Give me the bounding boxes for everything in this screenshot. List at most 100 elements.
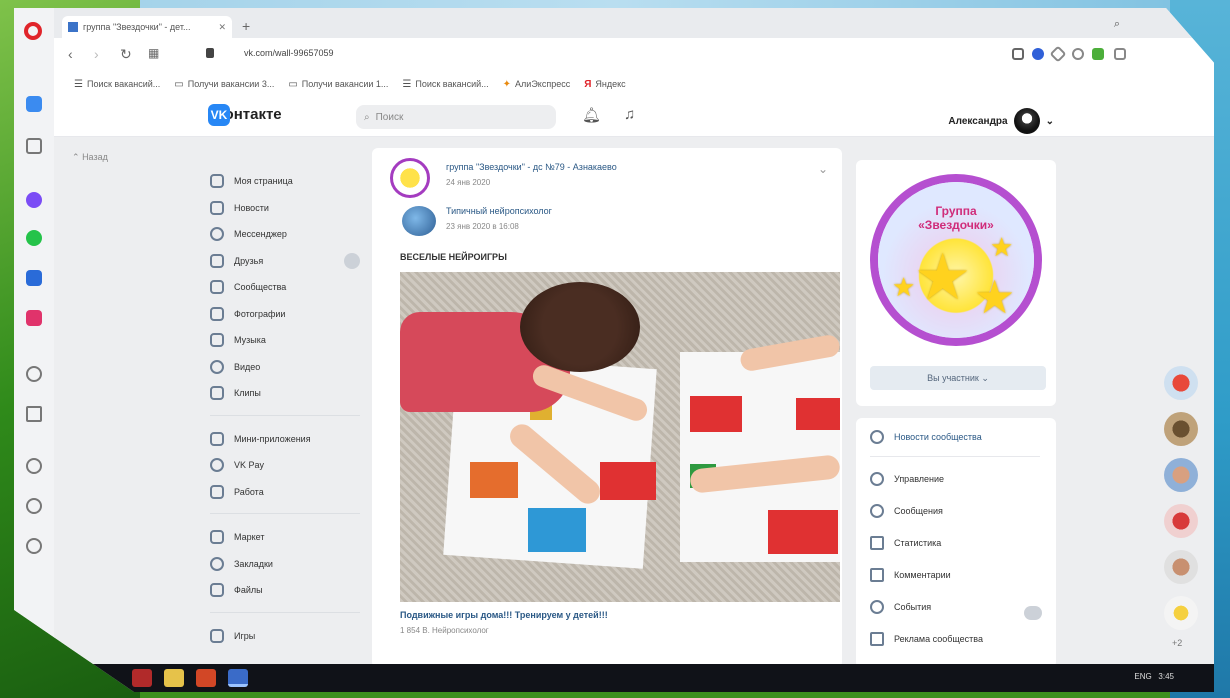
menu-item-files[interactable]: Файлы	[210, 577, 360, 604]
messenger-icon[interactable]	[26, 192, 42, 208]
tab-vk[interactable]: группа "Звездочки" - дет... ✕	[62, 16, 232, 38]
history-icon[interactable]	[26, 498, 42, 514]
music-note-icon[interactable]: ♫	[624, 106, 635, 123]
attachment-source: 1 854 В. Нейропсихолог	[400, 626, 489, 635]
tabs-grid-icon[interactable]: ▦	[148, 46, 159, 60]
chat-icon	[210, 227, 224, 242]
bookmark-item[interactable]: ✦ АлиЭкспресс	[503, 79, 571, 90]
reload-icon[interactable]: ↻	[120, 46, 132, 63]
back-link[interactable]: ⌃ Назад	[72, 152, 108, 163]
link-label: Комментарии	[894, 570, 951, 580]
forward-arrow-icon[interactable]: ›	[94, 46, 99, 62]
menu-item-clips[interactable]: Клипы	[210, 380, 360, 407]
search-placeholder: Поиск	[375, 111, 404, 123]
opera-logo-icon[interactable]	[24, 22, 42, 40]
heart-icon[interactable]	[26, 458, 42, 474]
chat-avatar[interactable]	[1164, 504, 1198, 538]
ads-link[interactable]: Реклама сообщества	[870, 632, 983, 646]
group-logo[interactable]: Группа «Звездочки» ★ ★ ★ ★	[870, 174, 1042, 346]
vk-search-input[interactable]: ⌕ Поиск	[356, 105, 556, 129]
chat-avatar[interactable]	[1164, 550, 1198, 584]
menu-item-photos[interactable]: Фотографии	[210, 301, 360, 328]
menu-item-vkpay[interactable]: VK Pay	[210, 452, 360, 479]
vk-messenger-icon[interactable]	[26, 270, 42, 286]
menu-item-market[interactable]: Маркет	[210, 524, 360, 551]
bookmark-item[interactable]: ☰ Поиск вакансий...	[74, 79, 160, 90]
attachment-title[interactable]: Подвижные игры дома!!! Тренируем у детей…	[400, 610, 608, 620]
folder-icon[interactable]	[164, 669, 184, 687]
refresh-icon	[870, 600, 884, 614]
post-photo[interactable]	[400, 272, 840, 602]
group-avatar[interactable]	[390, 158, 430, 198]
home-icon[interactable]	[26, 138, 42, 154]
menu-item-mini-apps[interactable]: Мини-приложения	[210, 426, 360, 453]
speed-dial-icon[interactable]	[26, 96, 42, 112]
repost-author[interactable]: Типичный нейропсихолог	[446, 206, 552, 216]
menu-item-work[interactable]: Работа	[210, 479, 360, 506]
menu-label: Моя страница	[234, 176, 293, 187]
opera-taskbar-icon[interactable]	[228, 669, 248, 687]
bookmark-item[interactable]: ▭ Получи вакансии 3...	[174, 79, 274, 90]
tray-clock[interactable]: 3:45	[1158, 672, 1174, 681]
games-icon	[210, 628, 224, 643]
menu-label: Клипы	[234, 388, 261, 399]
bookmark-item[interactable]: Я Яндекс	[584, 79, 625, 90]
comments-link[interactable]: Комментарии	[870, 568, 951, 582]
menu-item-music[interactable]: Музыка	[210, 327, 360, 354]
chat-avatar[interactable]	[1164, 366, 1198, 400]
chat-avatar[interactable]	[1164, 412, 1198, 446]
events-link[interactable]: События	[870, 600, 931, 614]
repost-date[interactable]: 23 янв 2020 в 16:08	[446, 222, 519, 231]
menu-item-friends[interactable]: Друзья	[210, 248, 360, 275]
menu-item-games[interactable]: Игры	[210, 623, 360, 650]
menu-icon[interactable]	[1012, 48, 1024, 60]
post-author[interactable]: группа "Звездочки" - дс №79 - Азнакаево	[446, 162, 617, 172]
more-chats-count[interactable]: +2	[1172, 638, 1182, 648]
whatsapp-icon[interactable]	[26, 230, 42, 246]
send-icon[interactable]	[1049, 45, 1067, 63]
menu-label: Закладки	[234, 558, 273, 569]
address-bar: ‹ › ↻ ▦ vk.com/wall-99657059	[54, 38, 1214, 73]
instagram-icon[interactable]	[26, 310, 42, 326]
powerpoint-icon[interactable]	[196, 669, 216, 687]
menu-item-news[interactable]: Новости	[210, 195, 360, 222]
menu-item-video[interactable]: Видео	[210, 354, 360, 381]
shield-icon[interactable]	[1032, 48, 1044, 60]
statistics-link[interactable]: Статистика	[870, 536, 941, 550]
member-status-button[interactable]: Вы участник ⌄	[870, 366, 1046, 390]
menu-item-bookmarks[interactable]: Закладки	[210, 551, 360, 578]
manage-link[interactable]: Управление	[870, 472, 944, 486]
url-field[interactable]: vk.com/wall-99657059	[244, 48, 334, 58]
tab-search-icon[interactable]: ⌕	[1114, 18, 1120, 31]
user-menu[interactable]: Александра ⌄	[948, 108, 1054, 134]
post-text: ВЕСЕЛЫЕ НЕЙРОИГРЫ	[400, 252, 507, 262]
snapshot-camera-icon[interactable]	[1114, 48, 1126, 60]
bookmark-item[interactable]: ▭ Получи вакансии 1...	[288, 79, 388, 90]
repost-avatar[interactable]	[402, 206, 436, 236]
menu-item-my-page[interactable]: Моя страница	[210, 168, 360, 195]
vk-logo[interactable]: VK вконтакте	[208, 103, 282, 126]
chat-avatar[interactable]	[1164, 596, 1198, 630]
settings-icon[interactable]	[26, 538, 42, 554]
download-icon[interactable]	[1092, 48, 1104, 60]
heart-outline-icon[interactable]	[1072, 48, 1084, 60]
post-date[interactable]: 24 янв 2020	[446, 178, 490, 187]
tray-language[interactable]: ENG	[1134, 672, 1151, 681]
chat-avatar[interactable]	[1164, 458, 1198, 492]
tab-close-icon[interactable]: ✕	[218, 22, 226, 33]
menu-item-messenger[interactable]: Мессенджер	[210, 221, 360, 248]
messages-link[interactable]: Сообщения	[870, 504, 943, 518]
bookmark-item[interactable]: ☰ Поиск вакансий...	[402, 79, 488, 90]
link-label: Реклама сообщества	[894, 634, 983, 644]
menu-item-communities[interactable]: Сообщества	[210, 274, 360, 301]
group-news-link[interactable]: Новости сообщества	[870, 430, 982, 444]
player-icon[interactable]	[26, 406, 42, 422]
snapshot-icon[interactable]	[26, 366, 42, 382]
notifications-bell-icon[interactable]: 🔔︎	[582, 106, 601, 124]
back-arrow-icon[interactable]: ‹	[68, 46, 73, 62]
app-icon[interactable]	[132, 669, 152, 687]
new-tab-button[interactable]: +	[242, 18, 250, 34]
post-menu-chevron-icon[interactable]: ⌄	[818, 162, 828, 176]
music-icon	[210, 333, 224, 348]
news-icon	[210, 200, 224, 215]
